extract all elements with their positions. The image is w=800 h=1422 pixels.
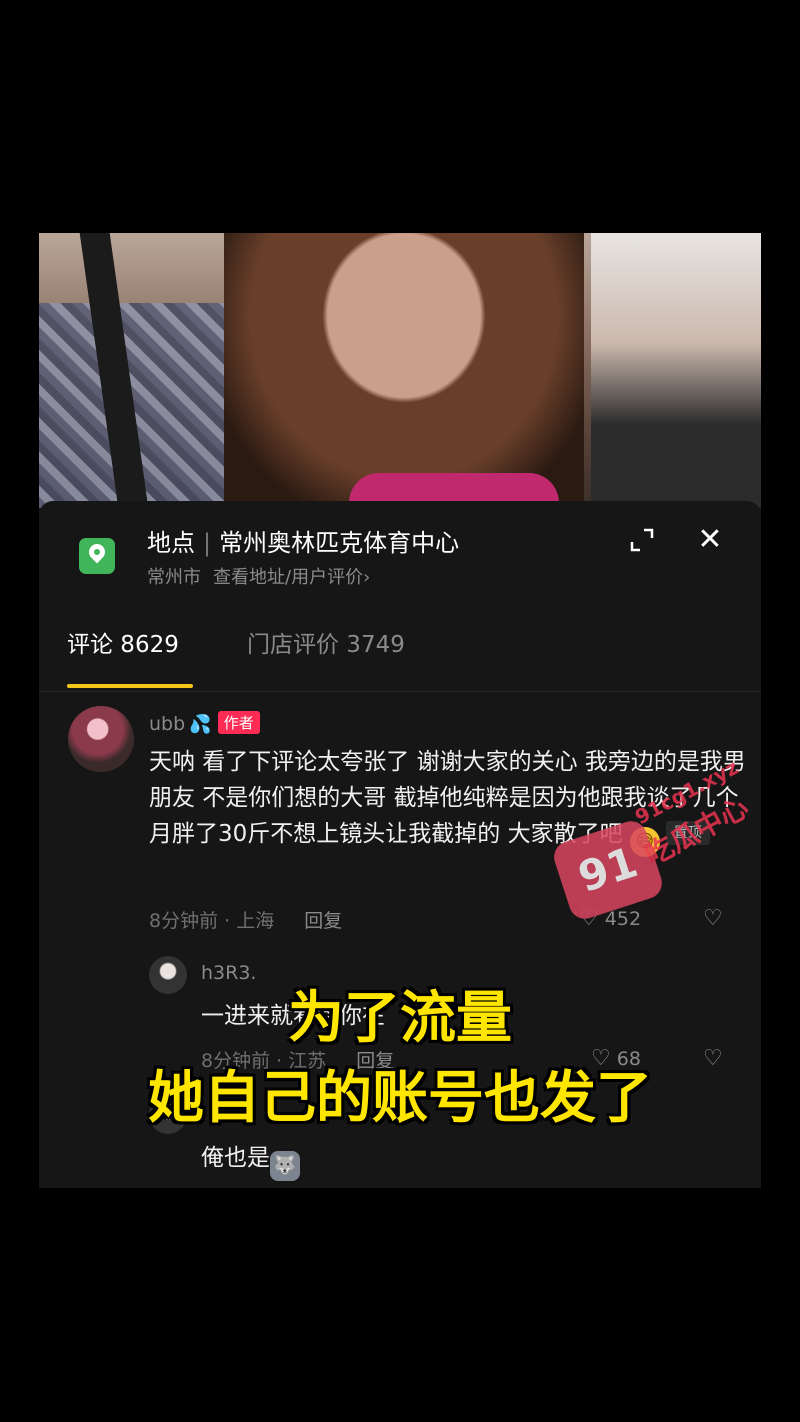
overlay-caption-line2: 她自己的账号也发了 [148,1066,652,1131]
title-separator: | [203,529,212,557]
wolf-emoji-icon: 🐺 [270,1151,300,1181]
chevron-right-icon: › [363,567,371,588]
comment-time-location: 8分钟前 · 上海 [149,910,275,932]
tab-store-reviews[interactable]: 门店评价 3749 [247,625,405,659]
location-label: 地点 [147,529,195,557]
location-link[interactable]: 查看地址/用户评价 [213,567,363,588]
location-header[interactable]: 地点 | 常州奥林匹克体育中心 常州市 查看地址/用户评价› ✕ [39,501,761,601]
reply-text[interactable]: 俺也是 🐺 [201,1140,701,1181]
location-city: 常州市 [147,567,201,588]
expand-icon[interactable] [629,527,655,553]
comment-user[interactable]: ubb 💦 作者 [149,711,260,735]
photo-right-person [591,233,761,508]
photo-person [224,233,584,508]
watermark: 91 91cg1.xyz 吃瓜中心 [549,740,780,930]
location-pin-icon [79,538,115,574]
reply-username[interactable]: h3R3. [201,962,256,984]
location-subtitle[interactable]: 常州市 查看地址/用户评价› [147,563,370,589]
username[interactable]: ubb [149,713,185,735]
sweat-drops-icon: 💦 [189,714,212,735]
reply-body: 俺也是 [201,1145,270,1171]
video-frame-image [39,233,761,508]
comment-tabs: 评论 8629 门店评价 3749 [39,601,761,692]
location-name: 常州奥林匹克体育中心 [219,529,460,557]
comment-meta: 8分钟前 · 上海 回复 [149,906,342,933]
close-icon[interactable]: ✕ [695,525,725,555]
active-tab-indicator [67,684,193,688]
author-badge: 作者 [217,711,260,734]
avatar[interactable] [68,706,134,772]
overlay-caption-line1: 为了流量 [288,986,512,1051]
reply-button[interactable]: 回复 [304,910,342,932]
tab-comments[interactable]: 评论 8629 [67,625,179,659]
location-title[interactable]: 地点 | 常州奥林匹克体育中心 [147,523,459,558]
